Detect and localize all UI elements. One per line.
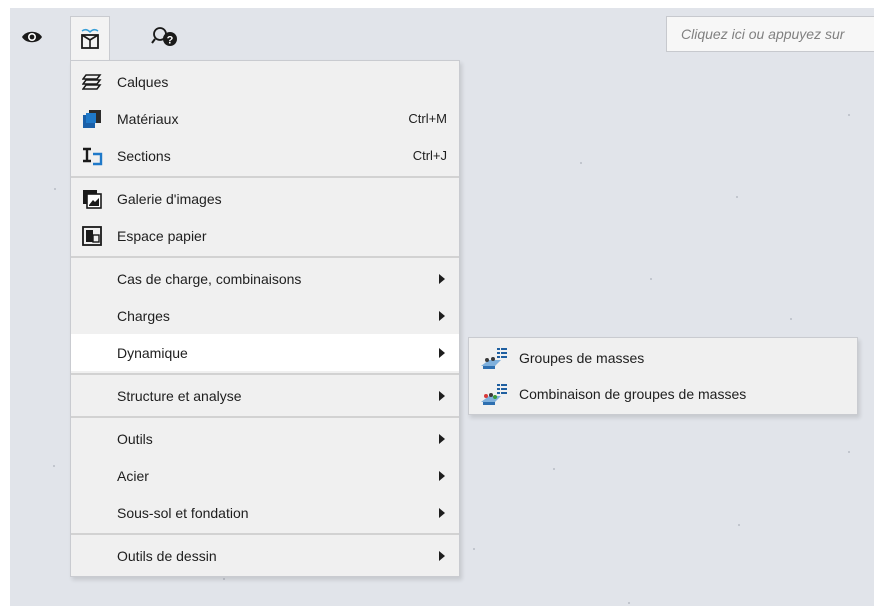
sections-icon <box>81 145 103 167</box>
main-dropdown-menu: Calques Matériaux Ctrl+M Sections Ctrl+J… <box>70 60 460 577</box>
menu-item-label: Sections <box>117 147 171 164</box>
menu-item-cas-de-charge[interactable]: Cas de charge, combinaisons <box>71 260 459 297</box>
menu-item-label: Outils de dessin <box>117 547 217 564</box>
menu-item-label: Cas de charge, combinaisons <box>117 270 302 287</box>
menu-item-calques[interactable]: Calques <box>71 63 459 100</box>
menu-item-label: Matériaux <box>117 110 179 127</box>
layers-icon <box>81 71 103 93</box>
canvas-dot <box>53 465 55 467</box>
canvas-dot <box>54 188 56 190</box>
canvas-dot <box>628 602 630 604</box>
menu-item-dynamique[interactable]: Dynamique <box>71 334 459 371</box>
menu-group-project: Calques Matériaux Ctrl+M Sections Ctrl+J <box>71 61 459 178</box>
mass-group-combination-icon <box>479 383 509 405</box>
canvas-dot <box>738 524 740 526</box>
menu-item-charges[interactable]: Charges <box>71 297 459 334</box>
canvas-dot <box>580 162 582 164</box>
shortcut-text: Ctrl+J <box>412 148 447 163</box>
submenu-arrow-icon <box>439 348 445 358</box>
menu-item-outils-dessin[interactable]: Outils de dessin <box>71 537 459 574</box>
paper-space-icon <box>81 225 103 247</box>
menu-item-materiaux[interactable]: Matériaux Ctrl+M <box>71 100 459 137</box>
canvas-dot <box>223 578 225 580</box>
materials-icon <box>81 108 103 130</box>
menu-group-images: Galerie d'images Espace papier <box>71 178 459 258</box>
canvas-dot <box>790 318 792 320</box>
menu-item-label: Dynamique <box>117 344 188 361</box>
canvas-dot <box>650 278 652 280</box>
submenu-arrow-icon <box>439 508 445 518</box>
submenu-arrow-icon <box>439 274 445 284</box>
menu-item-label: Acier <box>117 467 149 484</box>
menu-item-label: Calques <box>117 73 169 90</box>
help-search-icon[interactable]: ? <box>150 24 180 50</box>
canvas-dot <box>553 468 555 470</box>
menu-item-label: Charges <box>117 307 170 324</box>
submenu-arrow-icon <box>439 391 445 401</box>
shortcut-text: Ctrl+M <box>408 111 447 126</box>
eye-icon[interactable] <box>18 24 46 50</box>
menu-group-loads: Cas de charge, combinaisons Charges Dyna… <box>71 258 459 375</box>
menu-group-drawing: Outils de dessin <box>71 535 459 576</box>
canvas-dot <box>848 451 850 453</box>
menu-item-acier[interactable]: Acier <box>71 457 459 494</box>
dynamique-submenu: Groupes de masses Combinaison de groupes… <box>468 337 858 415</box>
menu-item-outils[interactable]: Outils <box>71 420 459 457</box>
mass-groups-icon <box>479 347 509 369</box>
menu-group-structure: Structure et analyse <box>71 375 459 418</box>
menu-item-espace-papier[interactable]: Espace papier <box>71 217 459 254</box>
submenu-item-label: Groupes de masses <box>519 350 645 366</box>
menu-item-label: Outils <box>117 430 153 447</box>
submenu-item-combinaison-groupes-masses[interactable]: Combinaison de groupes de masses <box>469 376 857 412</box>
menu-item-label: Structure et analyse <box>117 387 242 404</box>
command-search-input[interactable]: Cliquez ici ou appuyez sur <box>666 16 874 52</box>
submenu-arrow-icon <box>439 471 445 481</box>
menu-item-galerie-images[interactable]: Galerie d'images <box>71 180 459 217</box>
submenu-arrow-icon <box>439 434 445 444</box>
image-gallery-icon <box>81 188 103 210</box>
menu-group-tools: Outils Acier Sous-sol et fondation <box>71 418 459 535</box>
menu-item-sous-sol-fondation[interactable]: Sous-sol et fondation <box>71 494 459 531</box>
canvas-dot <box>736 196 738 198</box>
menu-item-structure-analyse[interactable]: Structure et analyse <box>71 377 459 414</box>
submenu-arrow-icon <box>439 551 445 561</box>
menu-book-icon[interactable] <box>70 16 110 60</box>
submenu-item-groupes-masses[interactable]: Groupes de masses <box>469 340 857 376</box>
canvas-dot <box>473 548 475 550</box>
svg-text:?: ? <box>167 35 174 47</box>
submenu-item-label: Combinaison de groupes de masses <box>519 386 747 402</box>
menu-item-label: Espace papier <box>117 227 207 244</box>
menu-item-sections[interactable]: Sections Ctrl+J <box>71 137 459 174</box>
menu-item-label: Sous-sol et fondation <box>117 504 249 521</box>
menu-item-label: Galerie d'images <box>117 190 222 207</box>
submenu-arrow-icon <box>439 311 445 321</box>
canvas-dot <box>848 114 850 116</box>
